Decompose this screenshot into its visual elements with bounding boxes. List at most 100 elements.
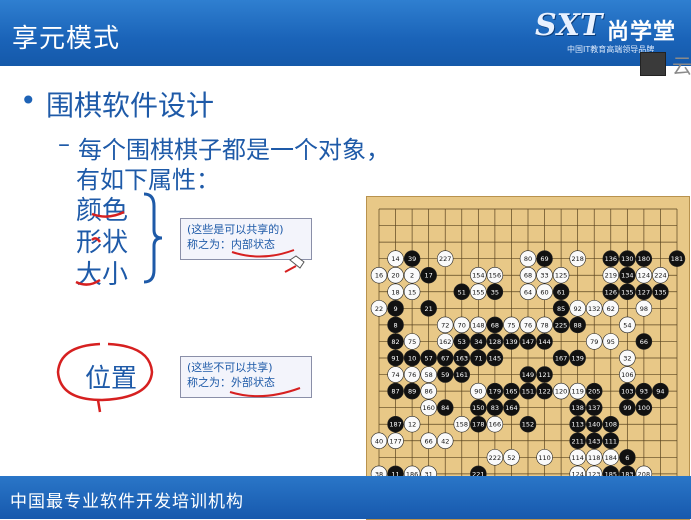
- logo-name: 尚学堂: [607, 20, 677, 45]
- stone-number: 219: [605, 272, 617, 280]
- stone-number: 16: [375, 272, 383, 280]
- stone-number: 154: [472, 272, 484, 280]
- black-stone: 130: [619, 250, 636, 267]
- stone-number: 111: [605, 437, 617, 445]
- stone-number: 139: [505, 338, 517, 346]
- stone-number: 158: [456, 421, 468, 429]
- stone-number: 39: [408, 255, 416, 263]
- white-stone: 222: [486, 449, 504, 466]
- stone-number: 121: [538, 371, 550, 379]
- white-stone: 120: [552, 382, 570, 400]
- sxt-logo: SXT 尚学堂 中国IT教育高端领导品牌: [535, 6, 685, 58]
- white-stone: 18: [387, 283, 404, 301]
- black-stone: 144: [536, 333, 553, 350]
- stone-number: 138: [571, 404, 583, 412]
- white-stone: 60: [536, 283, 553, 301]
- stone-number: 15: [408, 288, 416, 296]
- stone-number: 60: [540, 288, 548, 296]
- stone-number: 32: [623, 355, 631, 363]
- stone-number: 218: [571, 255, 583, 263]
- stone-number: 187: [389, 421, 401, 429]
- black-stone: 126: [602, 283, 620, 301]
- stone-number: 180: [638, 255, 650, 263]
- stone-number: 149: [522, 371, 534, 379]
- white-stone: 158: [453, 415, 471, 433]
- black-stone: 161: [453, 366, 471, 383]
- black-stone: 180: [635, 250, 653, 267]
- white-stone: 227: [436, 250, 454, 267]
- black-stone: 68: [486, 316, 504, 334]
- white-stone: 148: [470, 316, 487, 334]
- stone-number: 82: [391, 338, 399, 346]
- slide-footer-bar: 中国最专业软件开发培训机构: [0, 476, 691, 519]
- white-stone: 66: [420, 432, 437, 450]
- stone-number: 70: [458, 321, 466, 329]
- stone-number: 113: [571, 421, 583, 429]
- stone-number: 72: [441, 321, 449, 329]
- black-stone: 113: [569, 415, 586, 433]
- stone-number: 14: [391, 255, 399, 263]
- stone-number: 61: [557, 288, 565, 296]
- black-stone: 138: [569, 399, 586, 416]
- stone-number: 53: [458, 338, 466, 346]
- black-stone: 139: [503, 333, 520, 350]
- white-stone: 64: [519, 283, 537, 301]
- stone-number: 166: [489, 421, 501, 429]
- stone-number: 64: [524, 288, 532, 296]
- black-stone: 21: [420, 300, 437, 317]
- bullet-marker: •: [20, 84, 37, 117]
- stone-number: 54: [623, 321, 631, 329]
- black-stone: 122: [536, 382, 553, 400]
- black-stone: 69: [536, 250, 553, 267]
- stone-number: 128: [489, 338, 501, 346]
- white-stone: 12: [403, 415, 421, 433]
- white-stone: 219: [602, 266, 620, 284]
- white-stone: 177: [387, 432, 404, 450]
- stone-number: 85: [557, 305, 565, 313]
- stone-number: 10: [408, 355, 416, 363]
- stone-number: 52: [507, 454, 515, 462]
- white-stone: 32: [619, 349, 636, 367]
- stone-number: 76: [524, 321, 532, 329]
- stone-number: 103: [621, 388, 633, 396]
- black-stone: 6: [619, 449, 636, 466]
- stone-number: 20: [391, 272, 399, 280]
- slide-title: 享元模式: [12, 24, 121, 54]
- stone-number: 150: [472, 404, 484, 412]
- stone-number: 126: [605, 288, 617, 296]
- black-stone: 225: [552, 316, 570, 334]
- stone-number: 144: [538, 338, 550, 346]
- stone-number: 225: [555, 321, 567, 329]
- black-stone: 135: [652, 283, 669, 301]
- stone-number: 78: [540, 321, 548, 329]
- white-stone: 98: [635, 300, 653, 317]
- stone-number: 152: [522, 421, 534, 429]
- black-stone: 205: [585, 382, 603, 400]
- black-stone: 151: [519, 382, 537, 400]
- white-stone: 92: [569, 300, 586, 317]
- stone-number: 137: [588, 404, 600, 412]
- stone-number: 114: [571, 454, 583, 462]
- stone-number: 227: [439, 255, 451, 263]
- white-stone: 154: [470, 266, 487, 284]
- white-stone: 156: [486, 266, 504, 284]
- stone-number: 57: [425, 355, 433, 363]
- stone-number: 100: [638, 404, 650, 412]
- stone-number: 35: [491, 288, 499, 296]
- stone-number: 135: [621, 288, 633, 296]
- white-stone: 75: [403, 333, 421, 350]
- stone-number: 84: [441, 404, 449, 412]
- stone-number: 66: [425, 437, 433, 445]
- footer-text: 中国最专业软件开发培训机构: [10, 492, 244, 512]
- slide-heading: 围棋软件设计: [46, 89, 215, 122]
- stone-number: 119: [571, 388, 583, 396]
- stone-number: 162: [439, 338, 451, 346]
- unshared-state-line-1: (这些不可以共享): [187, 361, 273, 374]
- white-stone: 224: [652, 266, 669, 284]
- stone-number: 21: [425, 305, 433, 313]
- white-stone: 86: [420, 382, 437, 400]
- black-stone: 66: [635, 333, 653, 350]
- white-stone: 95: [602, 333, 620, 350]
- black-stone: 57: [420, 349, 437, 367]
- black-stone: 136: [602, 250, 620, 267]
